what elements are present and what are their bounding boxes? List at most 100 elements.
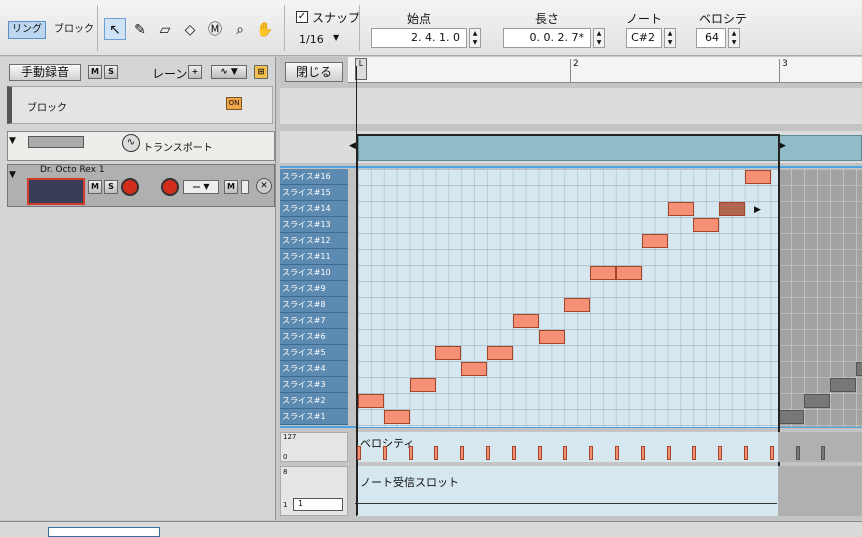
velocity-bar[interactable] bbox=[692, 446, 697, 460]
slice-label[interactable]: スライス#5 bbox=[280, 345, 348, 361]
pencil-tool-icon[interactable]: ✎ bbox=[129, 18, 151, 40]
toolbar-divider bbox=[97, 5, 98, 51]
slice-label[interactable]: スライス#7 bbox=[280, 313, 348, 329]
velocity-bar[interactable] bbox=[615, 446, 619, 460]
note-label: ノート bbox=[626, 12, 663, 26]
lane-slider-icon[interactable] bbox=[241, 180, 249, 194]
playhead-line bbox=[356, 66, 357, 516]
device-name: Dr. Octo Rex 1 bbox=[40, 165, 105, 175]
velocity-lane-label: ベロシティ bbox=[360, 437, 415, 450]
magnify-tool-icon[interactable]: ⌕ bbox=[229, 18, 251, 40]
start-field[interactable]: 2. 4. 1. 0 bbox=[371, 28, 467, 48]
hand-tool-icon[interactable]: ✋ bbox=[254, 18, 276, 40]
length-stepper-icon[interactable]: ▲ ▼ bbox=[593, 28, 605, 48]
slice-label[interactable]: スライス#1 bbox=[280, 409, 348, 425]
expand-triangle-icon[interactable]: ▼ bbox=[9, 170, 16, 180]
start-stepper-icon[interactable]: ▲ ▼ bbox=[469, 28, 481, 48]
ghost-note bbox=[804, 394, 830, 408]
slot-value-line bbox=[355, 503, 777, 504]
slot-min: 1 bbox=[283, 501, 288, 509]
toolbar-divider bbox=[359, 5, 360, 51]
velocity-bar[interactable] bbox=[589, 446, 594, 460]
start-label: 始点 bbox=[406, 12, 431, 26]
transport-label: トランスポート bbox=[143, 143, 213, 154]
close-button[interactable]: 閉じる bbox=[285, 62, 343, 82]
track-solo-button[interactable]: S bbox=[104, 180, 118, 194]
track-list-panel bbox=[0, 57, 276, 520]
slice-label[interactable]: スライス#3 bbox=[280, 377, 348, 393]
note-field[interactable]: C#2 bbox=[626, 28, 662, 48]
slice-label[interactable]: スライス#2 bbox=[280, 393, 348, 409]
rex-device-icon[interactable] bbox=[27, 178, 85, 205]
lane-mute-button[interactable]: M bbox=[224, 180, 238, 194]
automation-select[interactable]: — ▼ bbox=[183, 180, 219, 194]
velocity-bar[interactable] bbox=[821, 446, 826, 460]
velocity-stepper-icon[interactable]: ▲ ▼ bbox=[728, 28, 740, 48]
slice-label[interactable]: スライス#15 bbox=[280, 185, 348, 201]
velocity-bar[interactable] bbox=[666, 446, 671, 460]
track-mute-button[interactable]: M bbox=[88, 180, 102, 194]
loop-start-icon[interactable]: ◀ bbox=[349, 141, 356, 151]
velocity-bar[interactable] bbox=[511, 446, 516, 460]
slice-label[interactable]: スライス#14 bbox=[280, 201, 348, 217]
manual-rec-button[interactable]: 手動録音 bbox=[9, 64, 81, 81]
slice-label[interactable]: スライス#4 bbox=[280, 361, 348, 377]
record-arm-icon[interactable] bbox=[161, 178, 179, 196]
lane-grid-icon[interactable]: ⊞ bbox=[254, 65, 268, 79]
expand-triangle-icon[interactable]: ▼ bbox=[9, 136, 16, 146]
eraser-tool-icon[interactable]: ▱ bbox=[154, 18, 176, 40]
ghost-note bbox=[778, 410, 804, 424]
slice-label[interactable]: スライス#9 bbox=[280, 281, 348, 297]
note-stepper-icon[interactable]: ▲ ▼ bbox=[664, 28, 676, 48]
velocity-bar[interactable] bbox=[769, 446, 774, 460]
velocity-bar[interactable] bbox=[640, 446, 645, 460]
velocity-field[interactable]: 64 bbox=[696, 28, 726, 48]
toolbar-divider bbox=[284, 5, 285, 51]
velocity-bar[interactable] bbox=[382, 446, 387, 460]
snap-checkbox[interactable]: ✓ bbox=[296, 11, 308, 23]
slice-label[interactable]: スライス#16 bbox=[280, 169, 348, 185]
solo-button[interactable]: S bbox=[104, 65, 118, 79]
snap-value-select[interactable]: 1/16 bbox=[299, 33, 324, 46]
delete-lane-icon[interactable]: ✕ bbox=[256, 178, 272, 194]
slot-lane-label: ノート受信スロット bbox=[360, 476, 459, 489]
velocity-bar[interactable] bbox=[795, 446, 800, 460]
slice-label[interactable]: スライス#10 bbox=[280, 265, 348, 281]
transport-device-icon bbox=[28, 136, 84, 148]
mute-tool-icon[interactable]: Ⓜ bbox=[204, 18, 226, 40]
razor-tool-icon[interactable]: ◇ bbox=[179, 18, 201, 40]
slice-label[interactable]: スライス#12 bbox=[280, 233, 348, 249]
transport-waveform-icon: ∿ bbox=[122, 134, 140, 152]
velocity-bar[interactable] bbox=[563, 446, 568, 460]
lane-mode-select[interactable]: ∿ ▼ bbox=[211, 65, 247, 79]
velocity-bar[interactable] bbox=[537, 446, 542, 460]
velocity-lane[interactable] bbox=[358, 432, 778, 462]
velocity-bar[interactable] bbox=[408, 446, 413, 460]
block-lane-strip bbox=[280, 88, 862, 124]
chevron-down-icon[interactable]: ▼ bbox=[333, 33, 339, 42]
velocity-bar[interactable] bbox=[486, 446, 490, 460]
slice-label[interactable]: スライス#11 bbox=[280, 249, 348, 265]
scroll-thumb[interactable] bbox=[48, 527, 160, 537]
block-on-button[interactable]: ON bbox=[226, 97, 242, 110]
length-field[interactable]: 0. 0. 2. 7* bbox=[503, 28, 591, 48]
slice-label[interactable]: スライス#6 bbox=[280, 329, 348, 345]
slice-label[interactable]: スライス#8 bbox=[280, 297, 348, 313]
ring-mode-toggle[interactable]: リング bbox=[8, 21, 46, 39]
add-lane-button[interactable]: + bbox=[188, 65, 202, 79]
velocity-bar[interactable] bbox=[460, 446, 465, 460]
velocity-bar[interactable] bbox=[357, 446, 361, 460]
slot-value-field[interactable]: 1 bbox=[293, 498, 343, 511]
block-mode-toggle[interactable]: ブロック bbox=[50, 21, 98, 39]
ruler-bar-3: 3 bbox=[779, 59, 788, 83]
pointer-tool-icon[interactable]: ↖ bbox=[104, 18, 126, 40]
record-enable-icon[interactable] bbox=[121, 178, 139, 196]
slot-max: 8 bbox=[283, 468, 288, 476]
velocity-bar[interactable] bbox=[434, 446, 439, 460]
velocity-bar[interactable] bbox=[718, 446, 723, 460]
loop-end-icon[interactable]: ▶ bbox=[779, 141, 786, 151]
mute-button[interactable]: M bbox=[88, 65, 102, 79]
slice-label[interactable]: スライス#13 bbox=[280, 217, 348, 233]
ghost-note bbox=[830, 378, 856, 392]
velocity-bar[interactable] bbox=[744, 446, 748, 460]
